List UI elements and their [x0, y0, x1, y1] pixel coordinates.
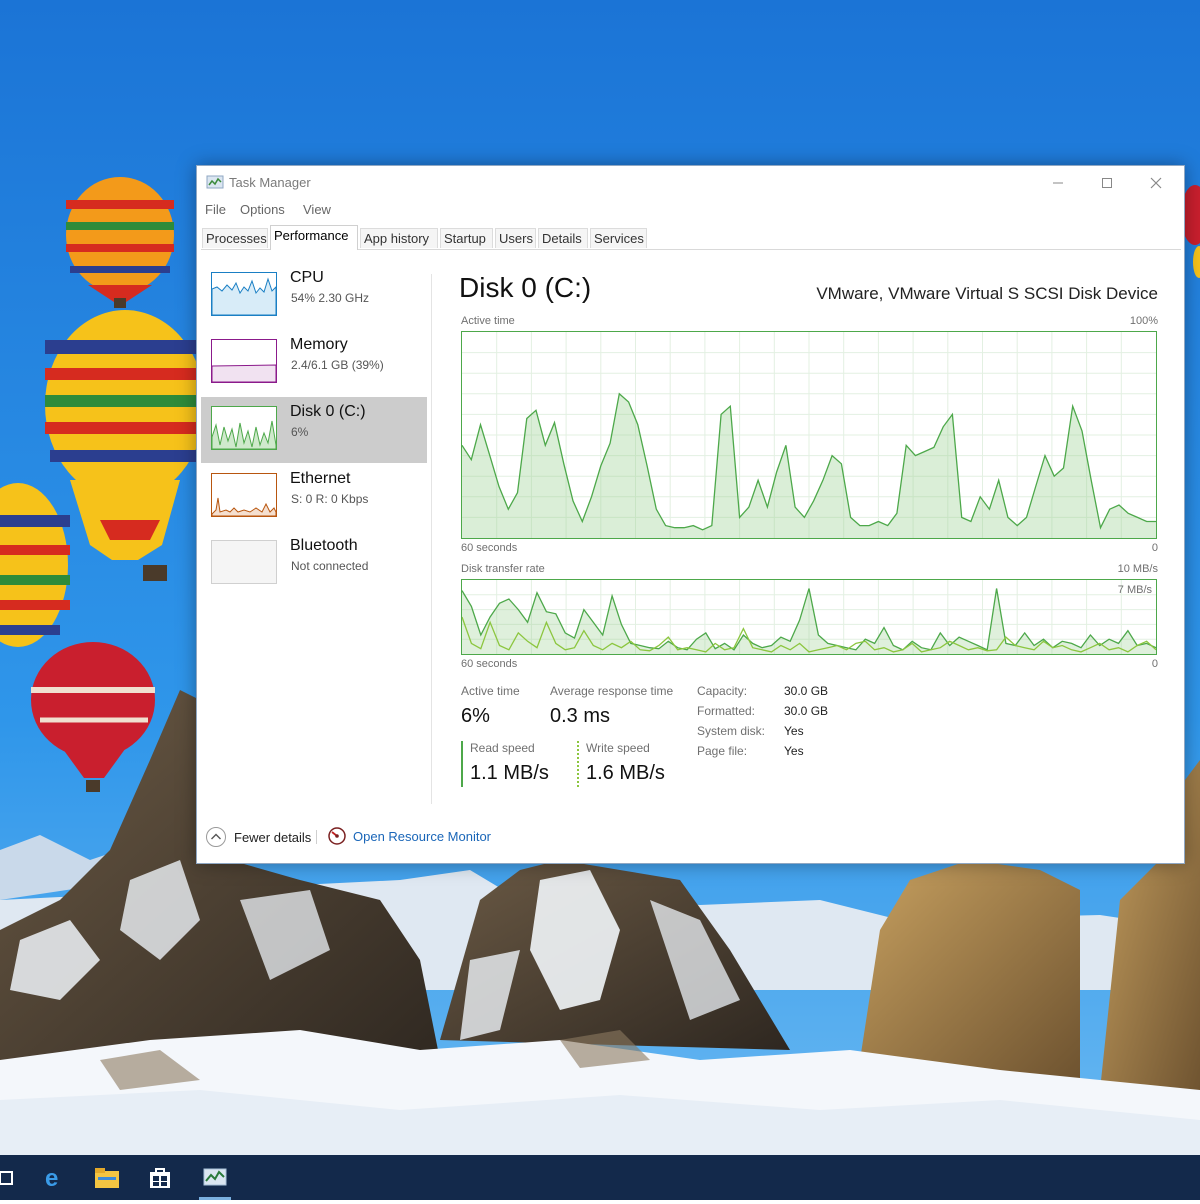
minimize-button[interactable]: [1035, 170, 1081, 196]
fewer-details-label: Fewer details: [234, 829, 312, 845]
tab-app-history[interactable]: App history: [360, 228, 438, 248]
device-detail: S: 0 R: 0 Kbps: [291, 492, 369, 506]
read-speed-label: Read speed: [470, 741, 535, 755]
device-item-memory[interactable]: Memory 2.4/6.1 GB (39%): [201, 330, 427, 396]
task-manager-icon: [206, 175, 224, 194]
device-item-bluetooth[interactable]: Bluetooth Not connected: [201, 531, 427, 597]
memory-thumbnail-graph: [211, 339, 277, 383]
transfer-rate-graph-label: Disk transfer rate: [461, 563, 545, 575]
avg-response-label: Average response time: [550, 684, 674, 698]
active-time-max-label: 100%: [1129, 315, 1158, 327]
store-icon: [150, 1167, 170, 1188]
formatted-value: 30.0 GB: [784, 704, 829, 718]
device-detail: Not connected: [291, 559, 369, 573]
ethernet-thumbnail-graph: [211, 473, 277, 517]
page-file-label: Page file:: [697, 744, 748, 758]
open-resource-monitor-link[interactable]: Open Resource Monitor: [327, 826, 491, 846]
edge-icon: e: [45, 1165, 58, 1191]
system-disk-label: System disk:: [697, 724, 766, 738]
bluetooth-thumbnail-graph: [211, 540, 277, 584]
title-bar[interactable]: Task Manager: [197, 166, 1184, 198]
active-time-graph: [461, 331, 1157, 539]
tab-startup[interactable]: Startup: [440, 228, 493, 248]
device-detail: 54% 2.30 GHz: [291, 291, 370, 305]
menu-options[interactable]: Options: [240, 202, 285, 217]
tab-bar: Processes Performance App history Startu…: [201, 225, 1181, 250]
folder-icon: [95, 1167, 119, 1188]
task-manager-icon: [203, 1168, 227, 1185]
device-name: CPU: [290, 269, 324, 286]
device-name: Disk 0 (C:): [290, 403, 366, 420]
capacity-label: Capacity:: [697, 684, 748, 698]
capacity-value: 30.0 GB: [784, 684, 829, 698]
svg-text:e: e: [45, 1165, 58, 1191]
open-resource-monitor-label: Open Resource Monitor: [353, 828, 492, 844]
menu-file[interactable]: File: [205, 202, 226, 217]
maximize-icon: [1102, 178, 1112, 188]
active-time-graph-label: Active time: [461, 315, 515, 327]
read-speed-marker: [461, 741, 463, 787]
task-view-icon: [0, 1170, 13, 1185]
device-item-cpu[interactable]: CPU 54% 2.30 GHz: [201, 263, 427, 329]
task-manager-taskbar-button[interactable]: [195, 1155, 235, 1200]
device-name: Memory: [290, 336, 348, 353]
disk-thumbnail-graph: [211, 406, 277, 450]
page-file-value: Yes: [784, 744, 804, 758]
tab-details[interactable]: Details: [538, 228, 588, 248]
close-button[interactable]: [1133, 170, 1179, 196]
disk-title: Disk 0 (C:): [459, 272, 592, 303]
fewer-details-button[interactable]: Fewer details: [205, 826, 311, 848]
transfer-rate-time-label: 60 seconds: [461, 658, 518, 670]
window-title: Task Manager: [229, 175, 311, 190]
chevron-up-icon: [206, 827, 226, 847]
tab-services[interactable]: Services: [590, 228, 647, 248]
edge-button[interactable]: e: [34, 1155, 74, 1200]
device-detail: 6%: [291, 425, 309, 439]
tab-users[interactable]: Users: [495, 228, 536, 248]
device-detail: 2.4/6.1 GB (39%): [291, 358, 384, 372]
formatted-label: Formatted:: [697, 704, 756, 718]
resource-monitor-icon: [328, 827, 346, 845]
write-speed-label: Write speed: [586, 741, 650, 755]
write-speed-marker: [577, 741, 579, 787]
system-disk-value: Yes: [784, 724, 804, 738]
transfer-rate-max-label: 10 MB/s: [1117, 563, 1158, 575]
menu-view[interactable]: View: [303, 202, 331, 217]
active-time-time-label: 60 seconds: [461, 542, 518, 554]
file-explorer-button[interactable]: [87, 1155, 127, 1200]
close-icon: [1150, 177, 1162, 189]
tab-performance[interactable]: Performance: [270, 225, 358, 250]
tab-processes[interactable]: Processes: [202, 228, 268, 248]
read-speed-value: 1.1 MB/s: [470, 762, 549, 784]
cpu-thumbnail-graph: [211, 272, 277, 316]
panel-divider: [431, 274, 432, 804]
footer-divider: [316, 830, 317, 844]
device-item-disk[interactable]: Disk 0 (C:) 6%: [201, 397, 427, 463]
transfer-rate-min-label: 0: [1151, 658, 1158, 670]
minimize-icon: [1053, 182, 1063, 184]
active-time-stat-value: 6%: [461, 705, 490, 727]
disk-device-name: VMware, VMware Virtual S SCSI Disk Devic…: [816, 284, 1158, 303]
device-name: Bluetooth: [290, 537, 358, 554]
taskbar: e: [0, 1155, 1200, 1200]
active-time-min-label: 0: [1151, 542, 1158, 554]
device-item-ethernet[interactable]: Ethernet S: 0 R: 0 Kbps: [201, 464, 427, 530]
device-name: Ethernet: [290, 470, 351, 487]
task-manager-window: Task Manager File Options View Processes…: [196, 165, 1185, 864]
avg-response-value: 0.3 ms: [550, 705, 611, 727]
write-speed-value: 1.6 MB/s: [586, 762, 665, 784]
transfer-rate-graph: 7 MB/s: [461, 579, 1157, 655]
store-button[interactable]: [140, 1155, 180, 1200]
active-time-stat-label: Active time: [461, 684, 520, 698]
maximize-button[interactable]: [1084, 170, 1130, 196]
task-view-button[interactable]: [0, 1155, 26, 1200]
transfer-rate-scale-label: 7 MB/s: [1117, 584, 1152, 596]
